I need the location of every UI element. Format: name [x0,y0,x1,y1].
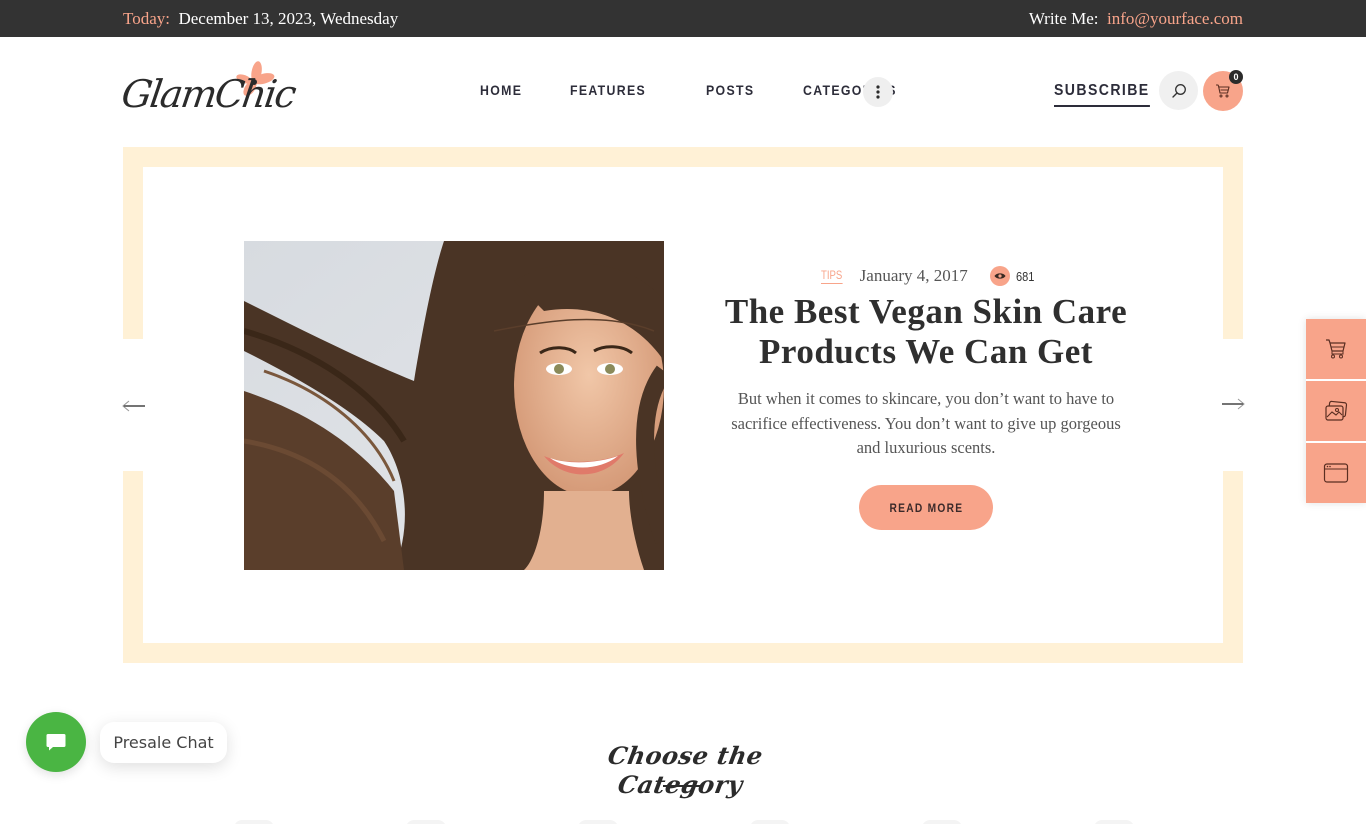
presale-chat-label[interactable]: Presale Chat [100,722,227,763]
more-menu-button[interactable] [863,77,893,107]
section-title: Choose the Category [605,741,766,799]
eye-icon [989,266,1010,286]
category-list [0,818,1366,824]
vertical-dots-icon [876,85,880,99]
category-item[interactable] [922,820,962,824]
section-divider [663,785,703,787]
category-item[interactable] [1094,820,1134,824]
logo-text: GlamChic [118,72,298,116]
cart-count-badge: 0 [1229,70,1243,84]
post-title[interactable]: The Best Vegan Skin Care Products We Can… [716,292,1136,372]
nav-features[interactable]: FEATURES [570,82,646,98]
today-label: Today: [123,9,170,28]
category-item[interactable] [406,820,446,824]
category-item[interactable] [578,820,618,824]
arrow-right-icon[interactable] [1219,394,1247,414]
top-bar: Today: December 13, 2023, Wednesday Writ… [0,0,1366,37]
search-button[interactable] [1159,71,1198,110]
write-me-label: Write Me: [1028,9,1099,28]
nav-home[interactable]: HOME [480,82,522,98]
category-item[interactable] [750,820,790,824]
nav-posts[interactable]: POSTS [706,82,754,98]
read-more-button[interactable]: READ MORE [859,485,993,530]
category-item[interactable] [234,820,274,824]
side-browser-button[interactable] [1306,443,1366,503]
cart-icon [1326,339,1346,359]
browser-window-icon [1323,463,1349,483]
side-panel [1306,319,1366,503]
search-icon [1171,83,1186,98]
email-link[interactable]: info@yourface.com [1107,9,1243,28]
post-date: January 4, 2017 [859,266,968,285]
chat-button[interactable] [26,712,86,772]
today-info: Today: December 13, 2023, Wednesday [123,9,398,29]
post-excerpt: But when it comes to skincare, you don’t… [731,389,1121,457]
side-cart-button[interactable] [1306,319,1366,379]
logo[interactable]: GlamChic [119,60,297,124]
post-tag[interactable]: TIPS [821,268,843,284]
hero-image[interactable] [244,241,664,570]
side-gallery-button[interactable] [1306,381,1366,441]
woman-portrait-image [244,241,664,570]
contact-info: Write Me: info@yourface.com [1029,9,1243,29]
cart-icon [1216,84,1230,98]
subscribe-link[interactable]: SUBSCRIBE [1054,82,1150,107]
post-views: 681 [1015,268,1035,284]
read-more-label: READ MORE [889,500,963,515]
images-icon [1325,400,1348,421]
chat-bubble-icon [46,734,66,751]
today-date: December 13, 2023, Wednesday [178,9,399,28]
post-meta: TIPS January 4, 2017 681 [821,266,1038,286]
arrow-left-icon[interactable] [120,396,148,416]
